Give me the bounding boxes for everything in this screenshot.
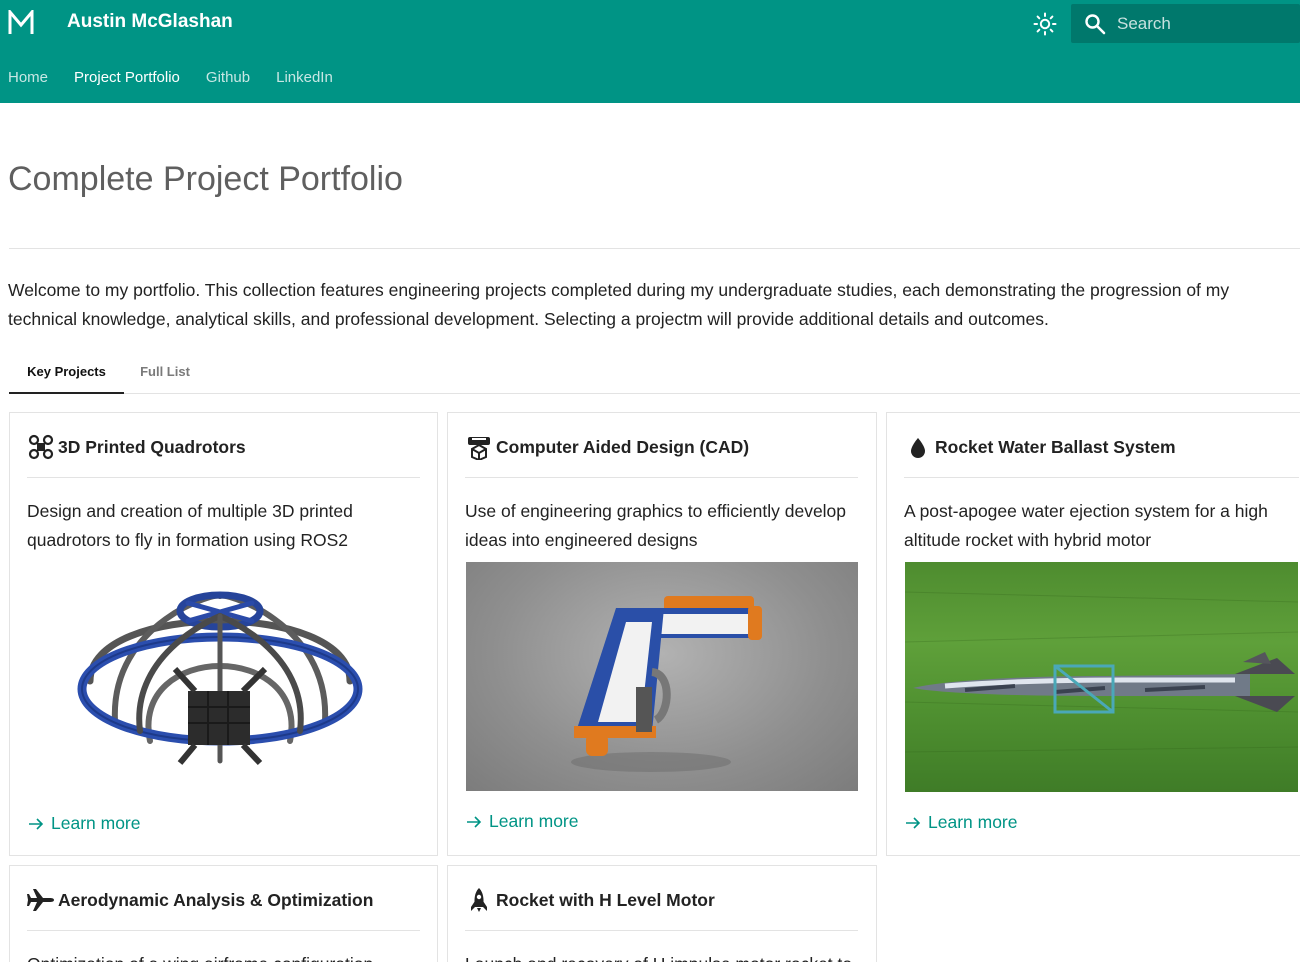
intro-paragraph: Welcome to my portfolio. This collection… (8, 280, 1230, 329)
printer-3d-icon (465, 433, 493, 461)
learn-more-label: Learn more (489, 811, 579, 831)
card-divider (27, 477, 420, 478)
card-divider (465, 477, 858, 478)
tab-full-list[interactable]: Full List (124, 356, 206, 394)
project-card-water-ballast: Rocket Water Ballast System A post-apoge… (886, 412, 1300, 856)
search-input[interactable] (1117, 4, 1297, 43)
m-logo-icon[interactable] (8, 10, 34, 36)
nav-home[interactable]: Home (8, 69, 48, 89)
tab-key-projects[interactable]: Key Projects (9, 356, 124, 394)
learn-more-label: Learn more (928, 812, 1018, 832)
card-header: Computer Aided Design (CAD) (465, 432, 749, 462)
water-drop-icon (904, 433, 932, 461)
main-nav: Home Project Portfolio Github LinkedIn (8, 69, 333, 89)
card-header: Rocket Water Ballast System (904, 432, 1176, 462)
nerf-jolt-image[interactable] (466, 562, 858, 791)
project-tabs: Key Projects Full List (9, 356, 1300, 394)
site-title[interactable]: Austin McGlashan (67, 11, 233, 33)
project-card-aerodynamics: Aerodynamic Analysis & Optimization Opti… (9, 865, 438, 962)
card-description: Launch and recovery of H impulse motor r… (465, 950, 860, 962)
card-title[interactable]: Computer Aided Design (CAD) (496, 437, 749, 458)
drone-icon (27, 433, 55, 461)
card-title[interactable]: Rocket Water Ballast System (935, 437, 1176, 458)
nav-github[interactable]: Github (206, 69, 250, 89)
card-description: A post-apogee water ejection system for … (904, 501, 1268, 550)
arrow-right-icon (906, 816, 921, 829)
learn-more-link[interactable]: Learn more (904, 812, 1018, 833)
nav-project-portfolio[interactable]: Project Portfolio (74, 69, 180, 89)
learn-more-label: Learn more (51, 813, 141, 833)
arrow-right-icon (29, 817, 44, 830)
card-title[interactable]: 3D Printed Quadrotors (58, 437, 246, 458)
top-header: Austin McGlashan Home Project Portfolio … (0, 0, 1300, 103)
card-description: Use of engineering graphics to efficient… (465, 501, 847, 550)
page-title: Complete Project Portfolio (8, 160, 403, 198)
learn-more-link[interactable]: Learn more (27, 813, 141, 834)
project-card-quadrotors: 3D Printed Quadrotors Design and creatio… (9, 412, 438, 856)
project-card-cad: Computer Aided Design (CAD) Use of engin… (447, 412, 877, 856)
title-divider (9, 248, 1300, 249)
rocket-on-grass-image[interactable] (905, 562, 1298, 792)
card-header: Aerodynamic Analysis & Optimization (27, 885, 373, 915)
rocket-icon (465, 886, 493, 914)
brightness-icon[interactable] (1033, 12, 1057, 36)
card-header: Rocket with H Level Motor (465, 885, 715, 915)
learn-more-link[interactable]: Learn more (465, 811, 579, 832)
card-header: 3D Printed Quadrotors (27, 432, 246, 462)
card-divider (904, 477, 1299, 478)
card-title[interactable]: Rocket with H Level Motor (496, 890, 715, 911)
card-title[interactable]: Aerodynamic Analysis & Optimization (58, 890, 373, 911)
quadrotor-cage-image[interactable] (70, 581, 370, 771)
airplane-icon (27, 886, 55, 914)
card-description: Optimization of a wing airframe configur… (27, 950, 422, 962)
search-box[interactable] (1071, 4, 1300, 43)
nav-linkedin[interactable]: LinkedIn (276, 69, 333, 89)
card-description: Design and creation of multiple 3D print… (27, 501, 353, 550)
arrow-right-icon (467, 815, 482, 828)
card-divider (27, 930, 420, 931)
card-divider (465, 930, 858, 931)
search-icon (1085, 14, 1106, 35)
project-card-h-motor-rocket: Rocket with H Level Motor Launch and rec… (447, 865, 877, 962)
